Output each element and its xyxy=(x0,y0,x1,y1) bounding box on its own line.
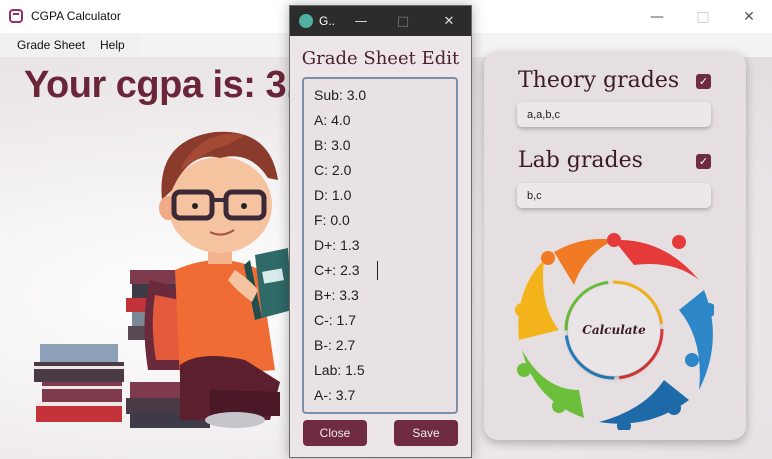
text-caret xyxy=(377,261,378,280)
calculate-button[interactable]: Calculate xyxy=(568,284,660,376)
dialog-titlebar: G.. — □ ✕ xyxy=(290,6,471,36)
grade-sheet-dialog: G.. — □ ✕ Grade Sheet Edit Sub: 3.0 A: 4… xyxy=(289,5,472,458)
maximize-icon[interactable]: □ xyxy=(384,6,422,36)
student-illustration xyxy=(34,131,292,428)
grade-line: B: 3.0 xyxy=(314,137,351,153)
app-title: CGPA Calculator xyxy=(31,9,121,23)
minimize-icon[interactable]: — xyxy=(634,0,680,33)
grade-line: D+: 1.3 xyxy=(314,237,360,253)
cgpa-result: Your cgpa is: 3.1 xyxy=(24,64,317,106)
grade-line: Lab: 1.5 xyxy=(314,362,365,378)
lab-grades-input[interactable] xyxy=(517,183,711,208)
grade-line: C-: 1.7 xyxy=(314,312,357,328)
grade-line: C: 2.0 xyxy=(314,162,352,178)
grade-line: B+: 3.3 xyxy=(314,287,359,303)
grade-line: A-: 3.7 xyxy=(314,387,356,403)
checkmark-icon: ✓ xyxy=(698,155,709,168)
theory-grades-input[interactable] xyxy=(517,102,711,127)
grade-line: D: 1.0 xyxy=(314,187,352,203)
lab-checkbox[interactable]: ✓ xyxy=(696,154,711,169)
theory-label: Theory grades xyxy=(518,68,680,93)
menubar: Grade Sheet Help xyxy=(0,33,140,57)
grade-line: B-: 2.7 xyxy=(314,337,356,353)
close-button[interactable]: Close xyxy=(303,420,367,446)
dialog-title: G.. xyxy=(319,14,336,28)
theory-checkbox[interactable]: ✓ xyxy=(696,74,711,89)
grade-line: C+: 2.3 xyxy=(314,262,360,278)
grade-sheet-textarea[interactable]: Sub: 3.0 A: 4.0 B: 3.0 C: 2.0 D: 1.0 F: … xyxy=(302,77,458,414)
menu-help[interactable]: Help xyxy=(100,38,125,52)
lab-label: Lab grades xyxy=(518,148,643,173)
grade-line: F: 0.0 xyxy=(314,212,350,228)
grade-line: A: 4.0 xyxy=(314,112,351,128)
calculator-icon xyxy=(9,9,23,23)
dialog-heading: Grade Sheet Edit xyxy=(301,48,460,69)
checkmark-icon: ✓ xyxy=(698,75,709,88)
app-badge-icon xyxy=(299,14,313,28)
grades-panel: Theory grades ✓ Lab grades ✓ xyxy=(484,52,746,440)
minimize-icon[interactable]: — xyxy=(342,6,380,36)
save-button[interactable]: Save xyxy=(394,420,458,446)
close-icon[interactable]: ✕ xyxy=(726,0,772,33)
maximize-icon[interactable]: □ xyxy=(680,0,726,33)
menu-grade-sheet[interactable]: Grade Sheet xyxy=(17,38,85,52)
close-icon[interactable]: ✕ xyxy=(430,6,468,36)
grade-line: Sub: 3.0 xyxy=(314,87,367,103)
